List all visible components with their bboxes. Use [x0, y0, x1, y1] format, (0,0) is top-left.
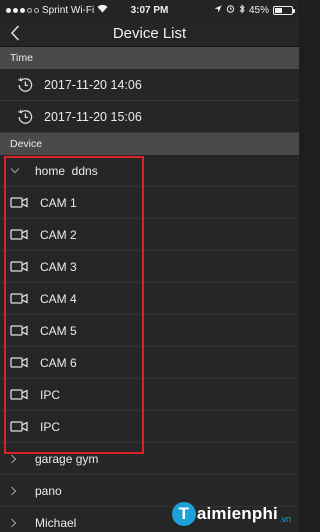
chevron-right-icon: [10, 454, 28, 464]
channel-label: CAM 2: [40, 227, 77, 242]
time-item-label: 2017-11-20 14:06: [44, 77, 142, 92]
battery-percent: 45%: [248, 4, 269, 16]
signal-strength-icon: [6, 7, 39, 13]
back-button[interactable]: [0, 20, 30, 47]
wifi-icon: [97, 4, 108, 16]
watermark-text: aimienphi: [196, 504, 278, 523]
clock-history-icon: [17, 109, 33, 124]
time-section-header: Time: [0, 47, 299, 69]
status-bar: Sprint Wi-Fi 3:07 PM 45%: [0, 0, 299, 20]
video-camera-icon: [10, 260, 30, 273]
video-camera-icon: [10, 356, 30, 369]
device-section-header: Device: [0, 133, 299, 155]
channel-label: CAM 5: [40, 323, 77, 338]
bluetooth-icon: [239, 3, 245, 17]
channel-row[interactable]: CAM 3: [0, 251, 299, 283]
battery-level: [275, 7, 283, 13]
channel-label: IPC: [40, 387, 61, 402]
time-item[interactable]: 2017-11-20 15:06: [0, 101, 299, 133]
chevron-right-icon: [10, 486, 28, 496]
device-group-home-ddns[interactable]: home ddns: [0, 155, 299, 187]
chevron-right-icon: [10, 518, 28, 528]
chevron-left-icon: [10, 25, 19, 41]
channel-row[interactable]: CAM 6: [0, 347, 299, 379]
battery-icon: [273, 5, 295, 15]
device-group-label: garage gym: [35, 451, 99, 466]
chevron-down-icon: [10, 167, 28, 174]
video-camera-icon: [10, 196, 30, 209]
channel-row[interactable]: IPC: [0, 411, 299, 443]
location-icon: [214, 5, 222, 16]
video-camera-icon: [10, 420, 30, 433]
status-right: 45%: [214, 3, 295, 17]
watermark-initial: T: [171, 502, 196, 526]
channel-row[interactable]: CAM 5: [0, 315, 299, 347]
device-list: home ddns CAM 1 CAM 2 CAM 3 CAM 4 CAM 5 …: [0, 155, 299, 532]
channel-row[interactable]: CAM 2: [0, 219, 299, 251]
carrier-label: Sprint Wi-Fi: [42, 4, 95, 16]
alarm-icon: [226, 4, 235, 16]
device-group-garage-gym[interactable]: garage gym: [0, 443, 299, 475]
video-camera-icon: [10, 292, 30, 305]
time-item-label: 2017-11-20 15:06: [44, 109, 142, 124]
channel-label: CAM 4: [40, 291, 77, 306]
watermark-logo: T aimienphi .vn: [171, 502, 291, 526]
channel-label: CAM 1: [40, 195, 77, 210]
page-title: Device List: [112, 24, 187, 42]
video-camera-icon: [10, 228, 30, 241]
device-group-label: Michael: [35, 515, 77, 530]
status-left: Sprint Wi-Fi: [6, 4, 108, 16]
nav-bar: Device List: [0, 20, 299, 47]
video-camera-icon: [10, 388, 30, 401]
device-group-label: pano: [35, 483, 62, 498]
time-item[interactable]: 2017-11-20 14:06: [0, 69, 299, 101]
device-group-label: home ddns: [35, 163, 98, 178]
watermark-suffix: .vn: [278, 514, 291, 524]
channel-row[interactable]: CAM 1: [0, 187, 299, 219]
channel-row[interactable]: IPC: [0, 379, 299, 411]
clock-history-icon: [17, 77, 33, 92]
channel-label: CAM 6: [40, 355, 77, 370]
video-camera-icon: [10, 324, 30, 337]
channel-label: IPC: [40, 419, 61, 434]
channel-label: CAM 3: [40, 259, 77, 274]
channel-row[interactable]: CAM 4: [0, 283, 299, 315]
time-list: 2017-11-20 14:06 2017-11-20 15:06: [0, 69, 299, 133]
